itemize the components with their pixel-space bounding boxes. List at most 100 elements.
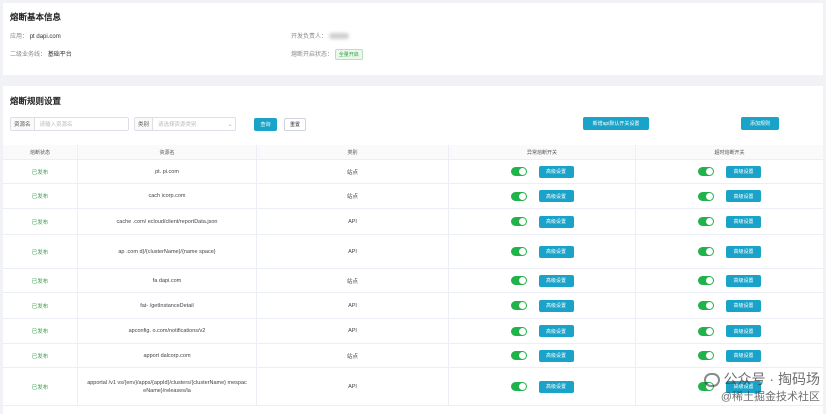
resource-name: fa dapi.com <box>152 277 182 284</box>
timeout-advanced-button[interactable]: 高级设置 <box>726 325 761 337</box>
col-resource: 资源名 <box>78 145 257 159</box>
owner-field: 开发负责人： <box>291 31 349 40</box>
timeout-switch-toggle[interactable] <box>698 167 714 176</box>
exception-advanced-button[interactable]: 高级设置 <box>538 325 574 337</box>
status-badge: 已发布 <box>31 219 49 226</box>
resource-type: API <box>348 302 357 309</box>
table-row: 已发布 pt. pi.com 站点 高级设置 高级设置 <box>3 160 823 184</box>
timeout-switch-toggle[interactable] <box>698 326 714 336</box>
type-filter-label: 类别 <box>135 118 154 130</box>
exception-switch-toggle[interactable] <box>510 382 527 391</box>
exception-switch-toggle[interactable] <box>510 326 527 336</box>
app-label: 应用： <box>10 34 29 40</box>
exception-switch-toggle[interactable] <box>510 276 527 285</box>
owner-value-redacted <box>328 33 349 40</box>
exception-advanced-button[interactable]: 高级设置 <box>538 190 574 202</box>
add-rule-button[interactable]: 添加规则 <box>741 117 779 130</box>
exception-advanced-button[interactable]: 高级设置 <box>538 349 574 362</box>
biz-field: 二级业务线： 基础平台 <box>10 49 72 58</box>
timeout-advanced-button[interactable]: 高级设置 <box>726 215 761 228</box>
type-filter[interactable]: 类别 请选择资源类别 ⌄ <box>134 117 236 131</box>
rules-title: 熔断规则设置 <box>10 96 62 106</box>
table-row: 已发布 apportal /v1 vs/{env}/apps/{appId}/cl… <box>3 368 823 406</box>
timeout-advanced-button[interactable]: 高级设置 <box>726 299 761 312</box>
exception-switch-toggle[interactable] <box>510 217 527 226</box>
timeout-advanced-button[interactable]: 高级设置 <box>726 245 761 258</box>
exception-switch-toggle[interactable] <box>510 247 527 256</box>
exception-advanced-button[interactable]: 高级设置 <box>538 299 574 312</box>
status-badge: 已发布 <box>31 384 49 391</box>
state-badge: 全量开启 <box>334 49 363 60</box>
table-row: 已发布 cache .com/ ecloud/client/reportData.… <box>3 209 823 235</box>
watermark: 公众号 · 掏码场 @稀土掘金技术社区 <box>703 370 820 406</box>
resource-filter[interactable]: 资源名 请输入资源名 <box>10 117 129 131</box>
exception-switch-toggle[interactable] <box>510 351 527 360</box>
resource-type: 站点 <box>346 278 358 285</box>
chevron-down-icon: ⌄ <box>227 121 233 128</box>
owner-label: 开发负责人： <box>291 34 328 40</box>
timeout-switch-toggle[interactable] <box>698 191 714 201</box>
watermark-line2: @稀土掘金技术社区 <box>720 391 820 403</box>
timeout-switch-toggle[interactable] <box>698 276 714 285</box>
state-field: 熔断开启状态： 全量开启 <box>291 49 363 60</box>
resource-filter-label: 资源名 <box>11 118 35 130</box>
status-badge: 已发布 <box>31 278 49 285</box>
type-filter-select[interactable]: 请选择资源类别 <box>153 120 225 128</box>
rules-card: 熔断规则设置 资源名 请输入资源名 类别 请选择资源类别 ⌄ 查询 重置 新增a… <box>3 86 823 414</box>
state-label: 熔断开启状态： <box>291 52 334 59</box>
exception-switch-toggle[interactable] <box>510 301 527 310</box>
resource-name: ap .com d}/{clusterName}/{name space} <box>118 248 216 255</box>
add-api-default-switch-button[interactable]: 新增api默认开关设置 <box>583 117 649 130</box>
timeout-advanced-button[interactable]: 高级设置 <box>726 274 761 287</box>
resource-type: API <box>348 248 357 255</box>
timeout-advanced-button[interactable]: 高级设置 <box>726 190 761 202</box>
exception-advanced-button[interactable]: 高级设置 <box>538 380 574 393</box>
status-badge: 已发布 <box>31 169 49 176</box>
resource-type: API <box>348 328 357 334</box>
wechat-icon <box>703 373 720 388</box>
col-exception-switch: 异常熔断开关 <box>449 145 636 159</box>
timeout-switch-toggle[interactable] <box>698 301 714 310</box>
table-header: 熔断状态 资源名 类别 异常熔断开关 超时熔断开关 <box>3 145 823 160</box>
resource-name: cach icorp.com <box>148 193 186 199</box>
col-type: 类别 <box>257 145 449 159</box>
resource-type: 站点 <box>346 169 358 176</box>
timeout-switch-toggle[interactable] <box>698 351 714 360</box>
status-badge: 已发布 <box>31 249 49 256</box>
reset-button[interactable]: 重置 <box>284 118 306 131</box>
biz-label: 二级业务线： <box>10 52 47 58</box>
resource-type: 站点 <box>346 194 358 200</box>
timeout-switch-toggle[interactable] <box>698 247 714 256</box>
resource-name: apport dalcorp.com <box>143 352 191 359</box>
app-field: 应用： pt dapi.com <box>10 31 61 40</box>
table-row: 已发布 ap .com d}/{clusterName}/{name space}… <box>3 235 823 269</box>
timeout-advanced-button[interactable]: 高级设置 <box>726 349 761 362</box>
resource-name: cache .com/ ecloud/client/reportData.jso… <box>116 218 218 225</box>
exception-advanced-button[interactable]: 高级设置 <box>538 274 574 287</box>
exception-advanced-button[interactable]: 高级设置 <box>538 245 574 258</box>
col-status: 熔断状态 <box>3 145 78 159</box>
status-badge: 已发布 <box>31 194 49 200</box>
status-badge: 已发布 <box>31 303 49 310</box>
resource-filter-input[interactable]: 请输入资源名 <box>35 120 128 128</box>
status-badge: 已发布 <box>31 329 49 335</box>
resource-type: API <box>348 383 357 390</box>
basic-info-title: 熔断基本信息 <box>10 12 62 22</box>
basic-info-card: 熔断基本信息 应用： pt dapi.com 开发负责人： 二级业务线： 基础平… <box>3 3 823 75</box>
status-badge: 已发布 <box>31 353 49 360</box>
search-button[interactable]: 查询 <box>254 118 277 131</box>
resource-type: 站点 <box>346 353 358 360</box>
exception-advanced-button[interactable]: 高级设置 <box>538 165 574 178</box>
exception-advanced-button[interactable]: 高级设置 <box>538 215 574 228</box>
table-row: 已发布 fa dapi.com 站点 高级设置 高级设置 <box>3 269 823 293</box>
exception-switch-toggle[interactable] <box>510 167 527 176</box>
timeout-advanced-button[interactable]: 高级设置 <box>726 165 761 178</box>
table-row: 已发布 cach icorp.com 站点 高级设置 高级设置 <box>3 184 823 209</box>
app-value: pt dapi.com <box>29 34 61 40</box>
timeout-switch-toggle[interactable] <box>698 217 714 226</box>
resource-name: pt. pi.com <box>155 168 179 175</box>
resource-name: apportal /v1 vs/{env}/apps/{appId}/clust… <box>87 379 247 394</box>
table-row: 已发布 apconfig. o.com/notifications/v2 API 高级… <box>3 319 823 344</box>
exception-switch-toggle[interactable] <box>510 191 527 201</box>
rules-table: 熔断状态 资源名 类别 异常熔断开关 超时熔断开关 已发布 pt. pi.com 站… <box>3 145 823 406</box>
